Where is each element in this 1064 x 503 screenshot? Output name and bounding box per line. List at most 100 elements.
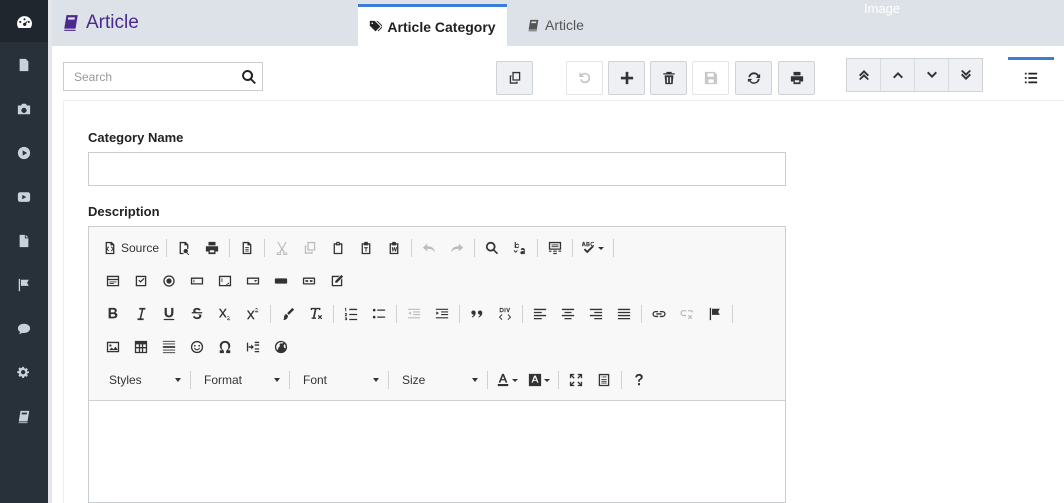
undo-editor-button[interactable] [415,236,443,260]
hidden-field-button[interactable] [323,269,351,293]
radio-button[interactable] [155,269,183,293]
category-name-label: Category Name [88,130,184,145]
sidebar-item-flags[interactable] [0,270,48,300]
superscript-button[interactable] [239,302,267,326]
paste-word-button[interactable] [380,236,408,260]
search-input[interactable] [64,63,229,90]
preview-icon [179,241,190,255]
copy-button[interactable] [496,61,533,95]
app-title-text: Article [86,12,139,33]
copy-format-button[interactable] [274,302,302,326]
spellcheck-button[interactable] [576,236,610,260]
button-field-button[interactable] [267,269,295,293]
italic-button[interactable] [127,302,155,326]
copy-editor-button[interactable] [296,236,324,260]
image-button[interactable] [99,335,127,359]
bold-button[interactable] [99,302,127,326]
list-view-button[interactable] [1008,57,1054,95]
cut-button[interactable] [268,236,296,260]
maximize-button[interactable] [562,368,590,392]
show-blocks-button[interactable] [590,368,618,392]
add-button[interactable] [608,61,645,95]
sidebar-item-settings[interactable] [0,358,48,388]
indent-button[interactable] [428,302,456,326]
sidebar-item-youtube[interactable] [0,182,48,212]
editor-toolbar-row [99,334,295,360]
preview-button[interactable] [170,236,198,260]
sidebar-item-video[interactable] [0,138,48,168]
text-field-button[interactable] [183,269,211,293]
page-break-button[interactable] [239,335,267,359]
subscript-icon [218,308,231,321]
outdent-button[interactable] [400,302,428,326]
redo-icon [450,243,464,253]
previous-record-button[interactable] [881,59,915,91]
tab-label: Article Category [387,18,496,35]
horizontal-line-button[interactable] [155,335,183,359]
align-center-button[interactable] [554,302,582,326]
replace-button[interactable] [506,236,534,260]
sidebar-item-documents[interactable] [0,50,48,80]
find-button[interactable] [478,236,506,260]
print-button[interactable] [778,61,815,95]
iframe-button[interactable] [267,335,295,359]
strikethrough-button[interactable] [183,302,211,326]
textarea-button[interactable] [211,269,239,293]
align-left-button[interactable] [526,302,554,326]
smiley-button[interactable] [183,335,211,359]
next-record-button[interactable] [915,59,949,91]
redo-editor-button[interactable] [443,236,471,260]
anchor-button[interactable] [701,302,729,326]
sidebar-item-dashboard[interactable] [0,7,48,37]
special-char-button[interactable] [211,335,239,359]
unlink-button[interactable] [673,302,701,326]
sidebar-item-files[interactable] [0,226,48,256]
format-dropdown[interactable]: Format [194,369,286,391]
editor-toolbar-row [99,301,736,327]
help-button[interactable] [625,368,653,392]
search-icon[interactable] [241,69,257,85]
templates-button[interactable] [233,236,261,260]
bulleted-list-button[interactable] [365,302,393,326]
last-record-button[interactable] [949,59,982,91]
div-container-button[interactable] [491,302,519,326]
tab-article[interactable]: Article [527,4,584,46]
text-color-button[interactable] [491,368,523,392]
sidebar-item-books[interactable] [0,402,48,432]
form-button[interactable] [99,269,127,293]
font-dropdown[interactable]: Font [293,369,385,391]
select-field-button[interactable] [239,269,267,293]
undo-button[interactable] [566,61,603,95]
background-color-button[interactable] [523,368,555,392]
bulleted-list-icon [372,308,386,319]
remove-format-button[interactable] [302,302,330,326]
select-all-button[interactable] [541,236,569,260]
paste-button[interactable] [324,236,352,260]
table-button[interactable] [127,335,155,359]
globe-icon [274,340,288,354]
print-editor-button[interactable] [198,236,226,260]
paste-text-button[interactable] [352,236,380,260]
undo-icon [578,72,590,84]
tab-article-category[interactable]: Article Category [358,4,507,46]
numbered-list-button[interactable] [337,302,365,326]
subscript-button[interactable] [211,302,239,326]
source-button[interactable]: Source [99,236,163,260]
image-button-field-button[interactable] [295,269,323,293]
sidebar-item-camera[interactable] [0,94,48,124]
link-button[interactable] [645,302,673,326]
size-dropdown[interactable]: Size [392,369,484,391]
styles-dropdown[interactable]: Styles [99,369,187,391]
editor-content-area[interactable] [89,402,785,502]
category-name-input[interactable] [88,152,786,186]
save-button[interactable] [692,61,729,95]
first-record-button[interactable] [847,59,881,91]
align-right-button[interactable] [582,302,610,326]
delete-button[interactable] [650,61,687,95]
sidebar-item-comments[interactable] [0,314,48,344]
blockquote-button[interactable] [463,302,491,326]
checkbox-button[interactable] [127,269,155,293]
justify-button[interactable] [610,302,638,326]
underline-button[interactable] [155,302,183,326]
refresh-button[interactable] [735,61,772,95]
